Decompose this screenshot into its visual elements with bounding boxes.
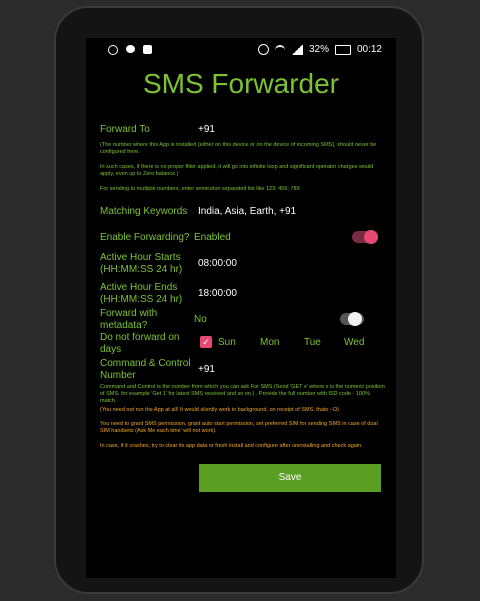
forward-note-3: For sending to multiple numbers, enter s… xyxy=(100,186,300,192)
active-end-label: Active Hour Ends (HH:MM:SS 24 hr) xyxy=(100,282,183,305)
sun-checkbox[interactable]: ✓ xyxy=(200,336,212,348)
day-tue[interactable]: Tue xyxy=(304,337,321,348)
enable-forwarding-toggle[interactable] xyxy=(352,230,378,244)
metadata-label: Forward with metadata? xyxy=(100,308,158,331)
toggle-knob xyxy=(364,230,378,244)
enable-forwarding-value: Enabled xyxy=(194,232,231,243)
active-end-input[interactable]: 18:00:00 xyxy=(198,288,237,299)
app-screen: 32% 00:12 SMS Forwarder Forward To +91 (… xyxy=(86,38,396,578)
notification-icon xyxy=(143,45,152,54)
enable-forwarding-label: Enable Forwarding? xyxy=(100,232,190,243)
crash-note: In case, if it crashes, try to clear its… xyxy=(100,443,363,449)
day-sun[interactable]: Sun xyxy=(218,337,236,348)
chat-icon xyxy=(126,45,135,53)
command-note-2: (You need not run the App at all! It wou… xyxy=(100,407,339,413)
command-control-input[interactable]: +91 xyxy=(198,364,215,375)
toggle-knob xyxy=(348,312,362,326)
whatsapp-icon xyxy=(108,45,118,55)
app-title: SMS Forwarder xyxy=(142,68,340,99)
command-note-1: Command and Control is the number from w… xyxy=(100,384,385,404)
day-mon[interactable]: Mon xyxy=(260,337,279,348)
matching-keywords-label: Matching Keywords xyxy=(100,206,188,217)
command-control-label: Command & Control Number xyxy=(100,358,191,381)
metadata-value: No xyxy=(194,314,207,325)
active-start-label: Active Hour Starts (HH:MM:SS 24 hr) xyxy=(100,252,183,275)
status-bar: 32% 00:12 xyxy=(86,38,396,64)
active-start-input[interactable]: 08:00:00 xyxy=(198,258,237,269)
save-button[interactable]: Save xyxy=(199,464,381,492)
wifi-icon xyxy=(274,44,285,55)
matching-keywords-input[interactable]: India, Asia, Earth, +91 xyxy=(198,206,296,217)
forward-to-input[interactable]: +91 xyxy=(198,124,215,135)
battery-percent: 32% xyxy=(308,44,329,55)
forward-to-label: Forward To xyxy=(100,124,150,135)
permission-note: You need to grant SMS permission, grant … xyxy=(100,421,378,434)
alarm-icon xyxy=(257,44,269,55)
clock: 00:12 xyxy=(356,44,382,55)
signal-icon xyxy=(290,44,303,55)
forward-note-1: (The number where this App is installed … xyxy=(100,142,377,155)
metadata-toggle[interactable] xyxy=(340,312,364,326)
battery-icon xyxy=(334,44,351,55)
day-wed[interactable]: Wed xyxy=(344,337,364,348)
days-label: Do not forward on days xyxy=(100,332,180,355)
forward-note-2: In such cases, if there is no proper fil… xyxy=(100,164,374,177)
